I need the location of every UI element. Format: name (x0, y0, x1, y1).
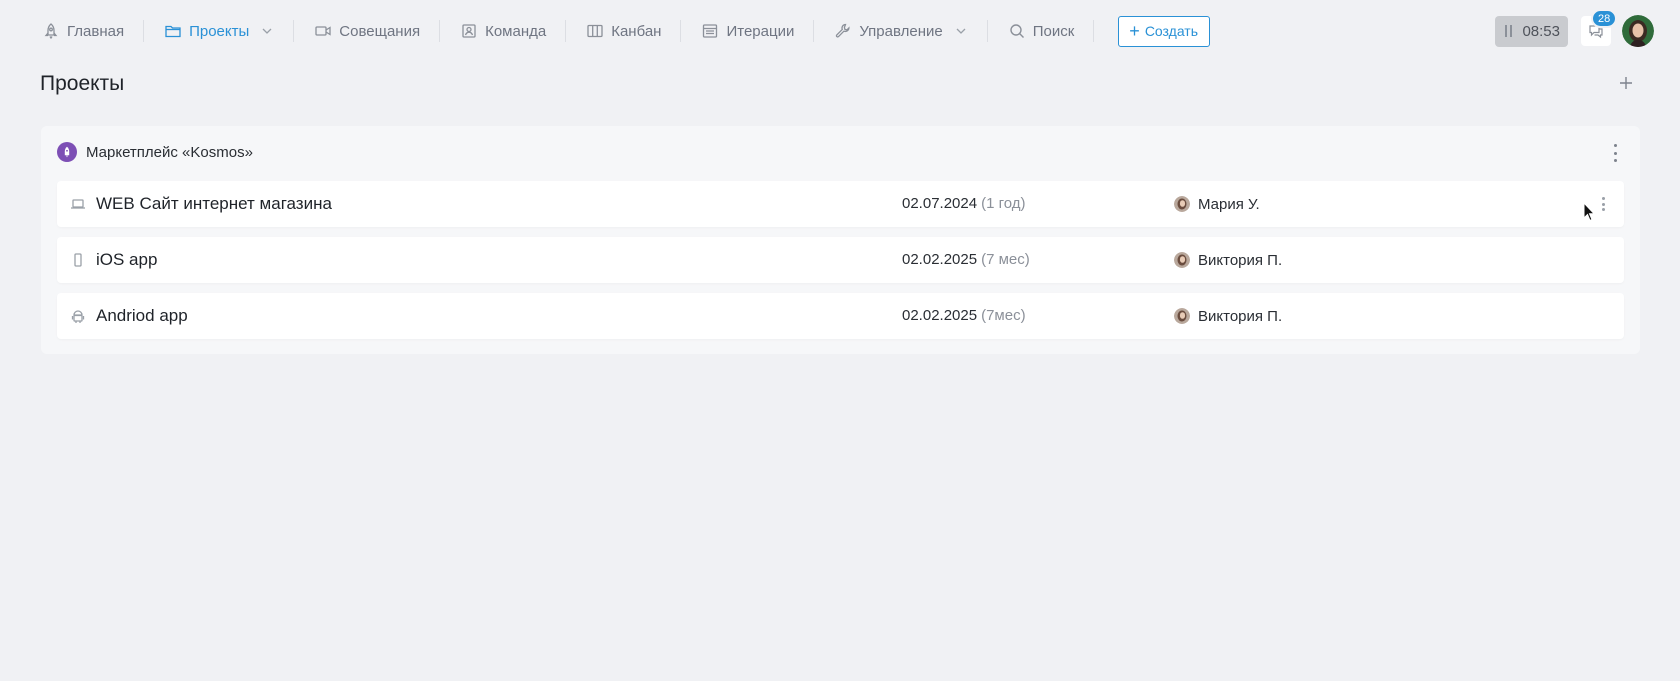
project-name[interactable]: Andriod app (96, 306, 188, 326)
group-rocket-icon (57, 142, 77, 162)
project-start-date: 02.02.2025 (902, 251, 978, 268)
video-icon (314, 22, 332, 40)
owner-avatar (1174, 196, 1190, 212)
nav-item-label: Проекты (189, 22, 250, 40)
chevron-down-icon (954, 24, 968, 38)
phone-icon (69, 251, 87, 269)
owner-avatar (1174, 308, 1190, 324)
project-list: WEB Сайт интернет магазина 02.07.2024 (1 … (57, 181, 1624, 349)
wrench-icon (834, 22, 852, 40)
nav-item-label: Итерации (726, 22, 795, 40)
owner-avatar (1174, 252, 1190, 268)
nav-item-search[interactable]: Поиск (988, 12, 1095, 50)
project-date: 02.07.2024 (1 год) (902, 195, 1026, 212)
nav-item-label: Канбан (611, 22, 662, 40)
project-duration: (7 мес) (981, 251, 1030, 268)
group-more-menu-icon[interactable] (1610, 144, 1620, 162)
project-group-header[interactable]: Маркетплейс «Kosmos» (57, 142, 253, 162)
create-button-label: Создать (1144, 23, 1199, 39)
nav-item-label: Команда (485, 22, 547, 40)
rocket-icon (42, 22, 60, 40)
user-avatar[interactable] (1622, 15, 1654, 47)
project-row[interactable]: Andriod app 02.02.2025 (7мес) Виктория П. (57, 293, 1624, 339)
nav-item-home[interactable]: Главная (22, 12, 145, 50)
notification-count-badge: 28 (1591, 9, 1618, 28)
project-owner[interactable]: Виктория П. (1174, 250, 1282, 270)
mouse-cursor-icon (1583, 202, 1595, 222)
project-row[interactable]: iOS app 02.02.2025 (7 мес) Виктория П. (57, 237, 1624, 283)
nav-item-label: Главная (67, 22, 125, 40)
nav-item-iterations[interactable]: Итерации (681, 12, 815, 50)
time-tracker[interactable]: 08:53 (1495, 15, 1568, 47)
project-date: 02.02.2025 (7мес) (902, 307, 1026, 324)
nav-item-label: Управление (859, 22, 943, 40)
project-duration: (1 год) (981, 195, 1026, 212)
folder-icon (164, 22, 182, 40)
nav-item-label: Поиск (1032, 22, 1075, 40)
project-group-name: Маркетплейс «Kosmos» (86, 143, 253, 161)
nav-item-label: Совещания (339, 22, 421, 40)
create-button[interactable]: + Создать (1118, 15, 1211, 47)
project-owner[interactable]: Мария У. (1174, 194, 1260, 214)
plus-icon (1620, 77, 1632, 89)
project-group: Маркетплейс «Kosmos» WEB Сайт интернет м… (41, 126, 1640, 354)
timer-value: 08:53 (1522, 22, 1560, 40)
calendar-icon (701, 22, 719, 40)
project-owner[interactable]: Виктория П. (1174, 306, 1282, 326)
nav-item-kanban[interactable]: Канбан (566, 12, 682, 50)
nav-item-management[interactable]: Управление (814, 12, 989, 50)
search-icon (1008, 22, 1026, 40)
android-icon (69, 307, 87, 325)
plus-icon: + (1129, 21, 1140, 41)
top-navigation-bar: Главная Проекты Совещания Команда Канбан… (0, 0, 1680, 62)
header-tools: 08:53 28 (1495, 9, 1654, 48)
project-date: 02.02.2025 (7 мес) (902, 251, 1030, 268)
owner-name: Виктория П. (1198, 307, 1283, 325)
owner-name: Виктория П. (1198, 251, 1283, 269)
project-name[interactable]: WEB Сайт интернет магазина (96, 194, 332, 214)
project-name[interactable]: iOS app (96, 250, 157, 270)
nav-item-meetings[interactable]: Совещания (294, 12, 440, 50)
project-start-date: 02.02.2025 (902, 307, 978, 324)
nav-item-team[interactable]: Команда (440, 12, 567, 50)
owner-name: Мария У. (1198, 195, 1260, 213)
laptop-icon (69, 195, 87, 213)
project-row[interactable]: WEB Сайт интернет магазина 02.07.2024 (1 … (57, 181, 1624, 227)
notifications-button[interactable]: 28 (1581, 9, 1618, 46)
project-start-date: 02.07.2024 (902, 195, 978, 212)
row-more-menu-icon[interactable] (1600, 197, 1606, 211)
chevron-down-icon (260, 24, 274, 38)
team-icon (460, 22, 478, 40)
add-project-button[interactable] (1616, 73, 1636, 93)
kanban-icon (586, 22, 604, 40)
page-title: Проекты (40, 72, 125, 95)
pause-icon (1504, 25, 1514, 37)
main-nav: Главная Проекты Совещания Команда Канбан… (22, 12, 1211, 50)
project-duration: (7мес) (981, 307, 1026, 324)
nav-item-projects[interactable]: Проекты (144, 12, 295, 50)
